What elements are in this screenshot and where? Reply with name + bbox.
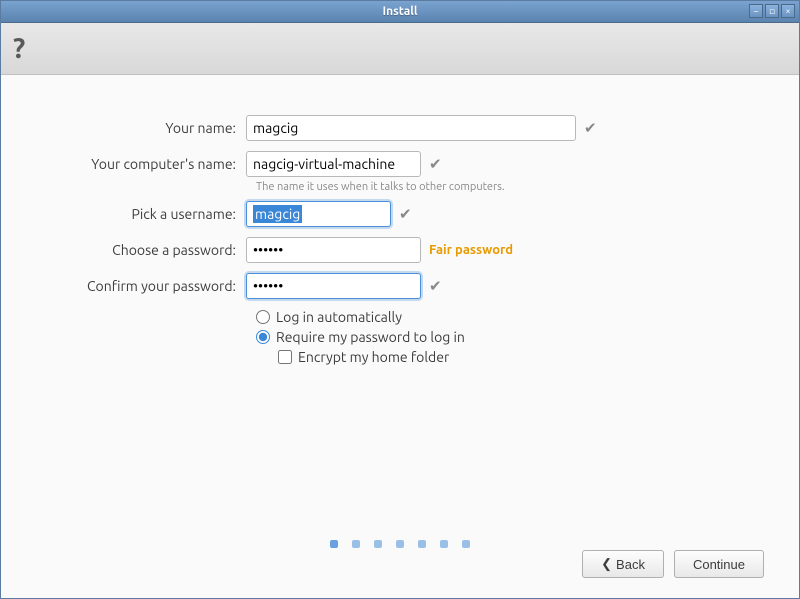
- computer-name-hint: The name it uses when it talks to other …: [256, 181, 779, 193]
- dot: [374, 540, 382, 548]
- minimize-button[interactable]: –: [749, 4, 763, 18]
- check-icon: ✔: [399, 205, 412, 223]
- check-icon: ✔: [429, 277, 442, 295]
- content-area: Your name: ✔ Your computer's name: ✔ The…: [1, 75, 799, 598]
- require-password-label: Require my password to log in: [276, 329, 465, 345]
- encrypt-checkbox[interactable]: [278, 350, 292, 364]
- encrypt-label: Encrypt my home folder: [298, 349, 449, 365]
- window-title: Install: [382, 5, 417, 18]
- password-label: Choose a password:: [21, 242, 246, 258]
- continue-button[interactable]: Continue: [674, 550, 764, 578]
- install-window: Install – ▫ × ? Your name: ✔ Your comput…: [0, 0, 800, 599]
- computer-name-label: Your computer's name:: [21, 156, 246, 172]
- confirm-password-label: Confirm your password:: [21, 278, 246, 294]
- form: Your name: ✔ Your computer's name: ✔ The…: [21, 115, 779, 540]
- your-name-row: Your name: ✔: [21, 115, 779, 141]
- username-row: Pick a username: magcig ✔: [21, 201, 779, 227]
- window-controls: – ▫ ×: [749, 4, 795, 18]
- username-value: magcig: [253, 205, 302, 223]
- require-password-option[interactable]: Require my password to log in: [256, 329, 779, 345]
- encrypt-option[interactable]: Encrypt my home folder: [278, 349, 779, 365]
- dot: [352, 540, 360, 548]
- auto-login-option[interactable]: Log in automatically: [256, 309, 779, 325]
- computer-name-row: Your computer's name: ✔: [21, 151, 779, 177]
- your-name-label: Your name:: [21, 120, 246, 136]
- maximize-button[interactable]: ▫: [765, 4, 779, 18]
- chevron-left-icon: ❮: [601, 556, 612, 572]
- dot: [330, 540, 338, 548]
- back-label: Back: [616, 557, 645, 572]
- dot: [440, 540, 448, 548]
- back-button[interactable]: ❮ Back: [582, 550, 664, 578]
- username-input[interactable]: magcig: [246, 201, 391, 227]
- check-icon: ✔: [584, 119, 597, 137]
- auto-login-label: Log in automatically: [276, 309, 402, 325]
- computer-name-input[interactable]: [246, 151, 421, 177]
- progress-dots: [330, 540, 470, 548]
- dot: [396, 540, 404, 548]
- your-name-input[interactable]: [246, 115, 576, 141]
- continue-label: Continue: [693, 557, 745, 572]
- close-button[interactable]: ×: [781, 4, 795, 18]
- dot: [418, 540, 426, 548]
- confirm-password-input[interactable]: [246, 273, 421, 299]
- username-label: Pick a username:: [21, 206, 246, 222]
- password-strength: Fair password: [429, 243, 513, 257]
- page-title: ?: [13, 33, 25, 64]
- password-row: Choose a password: Fair password: [21, 237, 779, 263]
- password-input[interactable]: [246, 237, 421, 263]
- titlebar: Install – ▫ ×: [1, 1, 799, 23]
- confirm-password-row: Confirm your password: ✔: [21, 273, 779, 299]
- login-options: Log in automatically Require my password…: [256, 309, 779, 365]
- header: ?: [1, 23, 799, 75]
- require-password-radio[interactable]: [256, 330, 270, 344]
- auto-login-radio[interactable]: [256, 310, 270, 324]
- check-icon: ✔: [429, 155, 442, 173]
- dot: [462, 540, 470, 548]
